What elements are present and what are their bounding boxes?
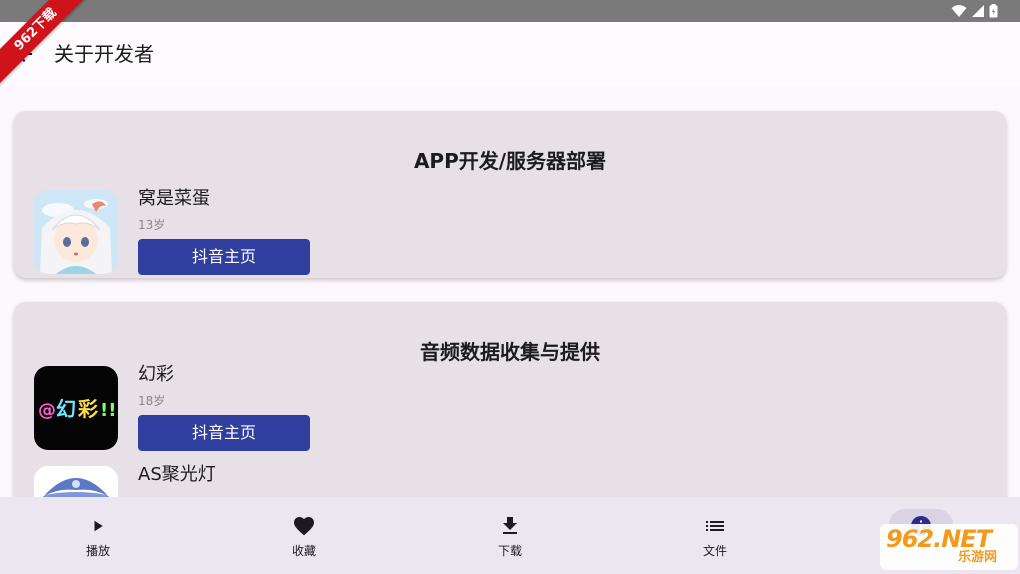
download-icon [503,517,517,534]
wizard-avatar-icon [34,466,118,497]
nav-item-files[interactable]: 文件 [612,497,818,574]
developer-item: @ 幻 彩 !! 幻彩 18岁 抖音主页 [34,364,434,456]
developer-avatar [34,466,118,497]
play-icon [94,520,103,532]
battery-icon [989,4,998,18]
nav-label: 文件 [702,544,727,558]
anime-girl-avatar-icon [34,190,118,274]
status-bar [0,0,1020,22]
top-app-bar: 关于开发者 [0,22,1020,86]
developer-name: 窝是菜蛋 [138,188,210,209]
site-watermark: 962.NET 乐游网 [880,524,1018,570]
nav-item-play[interactable]: 播放 [0,497,201,574]
svg-text:幻: 幻 [56,397,76,421]
card-audio-data: 音频数据收集与提供 @ 幻 彩 !! 幻彩 18岁 抖音主页 AS聚光灯 [14,302,1006,497]
status-icons [951,4,998,18]
developer-item: 窝是菜蛋 13岁 抖音主页 [34,188,434,280]
wifi-icon [951,5,967,17]
signal-icon [972,5,984,17]
developer-avatar [34,190,118,274]
nav-item-downloads[interactable]: 下载 [407,497,613,574]
nav-label: 收藏 [291,544,316,558]
developer-name: 幻彩 [138,364,174,385]
developer-age: 18岁 [138,394,166,408]
svg-text:!!: !! [100,400,116,421]
heart-icon [294,517,314,536]
douyin-homepage-button[interactable]: 抖音主页 [138,415,310,451]
developer-list[interactable]: APP开发/服务器部署 窝是菜蛋 13岁 抖音主页 音频数据收集与提供 @ 幻 … [0,96,1020,497]
douyin-homepage-button[interactable]: 抖音主页 [138,239,310,275]
developer-age: 13岁 [138,218,166,232]
nav-item-favorites[interactable]: 收藏 [201,497,407,574]
developer-item: AS聚光灯 [34,464,434,497]
list-icon [706,521,724,531]
bottom-navigation: 播放 收藏 下载 文件 [0,497,1020,574]
card-title: APP开发/服务器部署 [413,149,607,173]
page-title: 关于开发者 [54,42,154,66]
watermark-subtitle: 乐游网 [958,550,998,565]
nav-label: 播放 [85,544,110,558]
developer-avatar: @ 幻 彩 !! [34,366,118,450]
svg-text:@: @ [38,400,56,421]
developer-name: AS聚光灯 [138,464,216,485]
card-app-development: APP开发/服务器部署 窝是菜蛋 13岁 抖音主页 [14,111,1006,278]
neon-text-avatar-icon: @ 幻 彩 !! [34,366,118,450]
nav-label: 下载 [497,544,522,558]
svg-text:彩: 彩 [77,397,98,421]
